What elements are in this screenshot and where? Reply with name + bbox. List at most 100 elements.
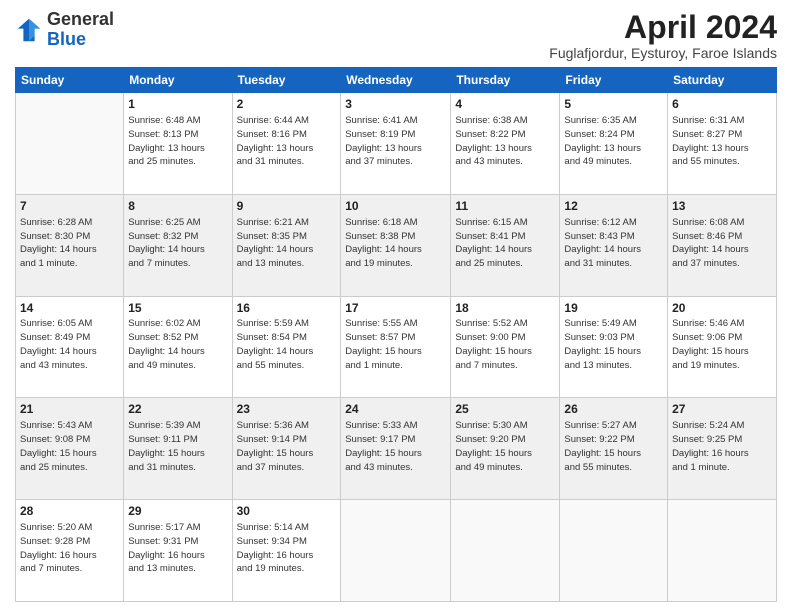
calendar-week-row: 7Sunrise: 6:28 AM Sunset: 8:30 PM Daylig…: [16, 194, 777, 296]
calendar-cell: 21Sunrise: 5:43 AM Sunset: 9:08 PM Dayli…: [16, 398, 124, 500]
day-info: Sunrise: 6:31 AM Sunset: 8:27 PM Dayligh…: [672, 114, 772, 169]
day-info: Sunrise: 5:49 AM Sunset: 9:03 PM Dayligh…: [564, 317, 663, 372]
day-number: 7: [20, 198, 119, 215]
day-number: 26: [564, 401, 663, 418]
calendar-cell: 19Sunrise: 5:49 AM Sunset: 9:03 PM Dayli…: [560, 296, 668, 398]
page: General Blue April 2024 Fuglafjordur, Ey…: [0, 0, 792, 612]
calendar-cell: 3Sunrise: 6:41 AM Sunset: 8:19 PM Daylig…: [341, 93, 451, 195]
day-info: Sunrise: 6:35 AM Sunset: 8:24 PM Dayligh…: [564, 114, 663, 169]
day-info: Sunrise: 6:02 AM Sunset: 8:52 PM Dayligh…: [128, 317, 227, 372]
calendar-cell: 28Sunrise: 5:20 AM Sunset: 9:28 PM Dayli…: [16, 500, 124, 602]
logo-blue-text: Blue: [47, 29, 86, 49]
day-info: Sunrise: 5:43 AM Sunset: 9:08 PM Dayligh…: [20, 419, 119, 474]
day-number: 13: [672, 198, 772, 215]
day-number: 24: [345, 401, 446, 418]
day-number: 1: [128, 96, 227, 113]
weekday-header-monday: Monday: [124, 68, 232, 93]
calendar-cell: 1Sunrise: 6:48 AM Sunset: 8:13 PM Daylig…: [124, 93, 232, 195]
day-info: Sunrise: 5:52 AM Sunset: 9:00 PM Dayligh…: [455, 317, 555, 372]
calendar-cell: 29Sunrise: 5:17 AM Sunset: 9:31 PM Dayli…: [124, 500, 232, 602]
day-info: Sunrise: 6:41 AM Sunset: 8:19 PM Dayligh…: [345, 114, 446, 169]
day-info: Sunrise: 6:05 AM Sunset: 8:49 PM Dayligh…: [20, 317, 119, 372]
day-number: 14: [20, 300, 119, 317]
calendar-cell: 12Sunrise: 6:12 AM Sunset: 8:43 PM Dayli…: [560, 194, 668, 296]
calendar-cell: [560, 500, 668, 602]
day-info: Sunrise: 5:46 AM Sunset: 9:06 PM Dayligh…: [672, 317, 772, 372]
weekday-header-row: SundayMondayTuesdayWednesdayThursdayFrid…: [16, 68, 777, 93]
day-number: 5: [564, 96, 663, 113]
calendar-cell: 22Sunrise: 5:39 AM Sunset: 9:11 PM Dayli…: [124, 398, 232, 500]
day-info: Sunrise: 6:18 AM Sunset: 8:38 PM Dayligh…: [345, 216, 446, 271]
calendar-cell: 15Sunrise: 6:02 AM Sunset: 8:52 PM Dayli…: [124, 296, 232, 398]
day-number: 11: [455, 198, 555, 215]
day-number: 19: [564, 300, 663, 317]
weekday-header-tuesday: Tuesday: [232, 68, 341, 93]
day-info: Sunrise: 6:12 AM Sunset: 8:43 PM Dayligh…: [564, 216, 663, 271]
day-number: 15: [128, 300, 227, 317]
calendar-cell: 11Sunrise: 6:15 AM Sunset: 8:41 PM Dayli…: [451, 194, 560, 296]
calendar-week-row: 14Sunrise: 6:05 AM Sunset: 8:49 PM Dayli…: [16, 296, 777, 398]
day-info: Sunrise: 6:08 AM Sunset: 8:46 PM Dayligh…: [672, 216, 772, 271]
calendar-cell: 27Sunrise: 5:24 AM Sunset: 9:25 PM Dayli…: [668, 398, 777, 500]
day-number: 23: [237, 401, 337, 418]
logo-icon: [15, 16, 43, 44]
day-number: 16: [237, 300, 337, 317]
calendar-cell: 4Sunrise: 6:38 AM Sunset: 8:22 PM Daylig…: [451, 93, 560, 195]
calendar-cell: 20Sunrise: 5:46 AM Sunset: 9:06 PM Dayli…: [668, 296, 777, 398]
day-number: 2: [237, 96, 337, 113]
day-number: 21: [20, 401, 119, 418]
calendar-cell: 16Sunrise: 5:59 AM Sunset: 8:54 PM Dayli…: [232, 296, 341, 398]
month-title: April 2024: [549, 10, 777, 45]
day-info: Sunrise: 5:14 AM Sunset: 9:34 PM Dayligh…: [237, 521, 337, 576]
day-number: 10: [345, 198, 446, 215]
day-number: 17: [345, 300, 446, 317]
calendar-cell: 30Sunrise: 5:14 AM Sunset: 9:34 PM Dayli…: [232, 500, 341, 602]
day-info: Sunrise: 5:39 AM Sunset: 9:11 PM Dayligh…: [128, 419, 227, 474]
weekday-header-saturday: Saturday: [668, 68, 777, 93]
location: Fuglafjordur, Eysturoy, Faroe Islands: [549, 45, 777, 61]
calendar-cell: 17Sunrise: 5:55 AM Sunset: 8:57 PM Dayli…: [341, 296, 451, 398]
calendar-cell: [341, 500, 451, 602]
day-info: Sunrise: 5:24 AM Sunset: 9:25 PM Dayligh…: [672, 419, 772, 474]
day-number: 6: [672, 96, 772, 113]
calendar-cell: 26Sunrise: 5:27 AM Sunset: 9:22 PM Dayli…: [560, 398, 668, 500]
day-number: 20: [672, 300, 772, 317]
day-number: 9: [237, 198, 337, 215]
calendar-cell: 2Sunrise: 6:44 AM Sunset: 8:16 PM Daylig…: [232, 93, 341, 195]
day-info: Sunrise: 6:15 AM Sunset: 8:41 PM Dayligh…: [455, 216, 555, 271]
day-number: 22: [128, 401, 227, 418]
calendar-week-row: 28Sunrise: 5:20 AM Sunset: 9:28 PM Dayli…: [16, 500, 777, 602]
day-number: 4: [455, 96, 555, 113]
calendar-cell: [16, 93, 124, 195]
calendar-cell: 7Sunrise: 6:28 AM Sunset: 8:30 PM Daylig…: [16, 194, 124, 296]
day-info: Sunrise: 5:17 AM Sunset: 9:31 PM Dayligh…: [128, 521, 227, 576]
day-info: Sunrise: 5:20 AM Sunset: 9:28 PM Dayligh…: [20, 521, 119, 576]
day-info: Sunrise: 6:44 AM Sunset: 8:16 PM Dayligh…: [237, 114, 337, 169]
day-info: Sunrise: 5:36 AM Sunset: 9:14 PM Dayligh…: [237, 419, 337, 474]
calendar-cell: 9Sunrise: 6:21 AM Sunset: 8:35 PM Daylig…: [232, 194, 341, 296]
calendar-cell: 25Sunrise: 5:30 AM Sunset: 9:20 PM Dayli…: [451, 398, 560, 500]
weekday-header-sunday: Sunday: [16, 68, 124, 93]
logo: General Blue: [15, 10, 114, 50]
day-number: 28: [20, 503, 119, 520]
calendar-cell: 18Sunrise: 5:52 AM Sunset: 9:00 PM Dayli…: [451, 296, 560, 398]
weekday-header-friday: Friday: [560, 68, 668, 93]
calendar-cell: 24Sunrise: 5:33 AM Sunset: 9:17 PM Dayli…: [341, 398, 451, 500]
day-info: Sunrise: 6:38 AM Sunset: 8:22 PM Dayligh…: [455, 114, 555, 169]
calendar-cell: 8Sunrise: 6:25 AM Sunset: 8:32 PM Daylig…: [124, 194, 232, 296]
day-info: Sunrise: 6:28 AM Sunset: 8:30 PM Dayligh…: [20, 216, 119, 271]
weekday-header-wednesday: Wednesday: [341, 68, 451, 93]
calendar-cell: 10Sunrise: 6:18 AM Sunset: 8:38 PM Dayli…: [341, 194, 451, 296]
calendar-cell: [451, 500, 560, 602]
day-info: Sunrise: 5:27 AM Sunset: 9:22 PM Dayligh…: [564, 419, 663, 474]
day-info: Sunrise: 5:33 AM Sunset: 9:17 PM Dayligh…: [345, 419, 446, 474]
calendar-week-row: 21Sunrise: 5:43 AM Sunset: 9:08 PM Dayli…: [16, 398, 777, 500]
day-number: 3: [345, 96, 446, 113]
header: General Blue April 2024 Fuglafjordur, Ey…: [15, 10, 777, 61]
calendar-cell: 13Sunrise: 6:08 AM Sunset: 8:46 PM Dayli…: [668, 194, 777, 296]
day-number: 25: [455, 401, 555, 418]
day-info: Sunrise: 6:48 AM Sunset: 8:13 PM Dayligh…: [128, 114, 227, 169]
calendar-cell: 23Sunrise: 5:36 AM Sunset: 9:14 PM Dayli…: [232, 398, 341, 500]
title-block: April 2024 Fuglafjordur, Eysturoy, Faroe…: [549, 10, 777, 61]
day-number: 29: [128, 503, 227, 520]
